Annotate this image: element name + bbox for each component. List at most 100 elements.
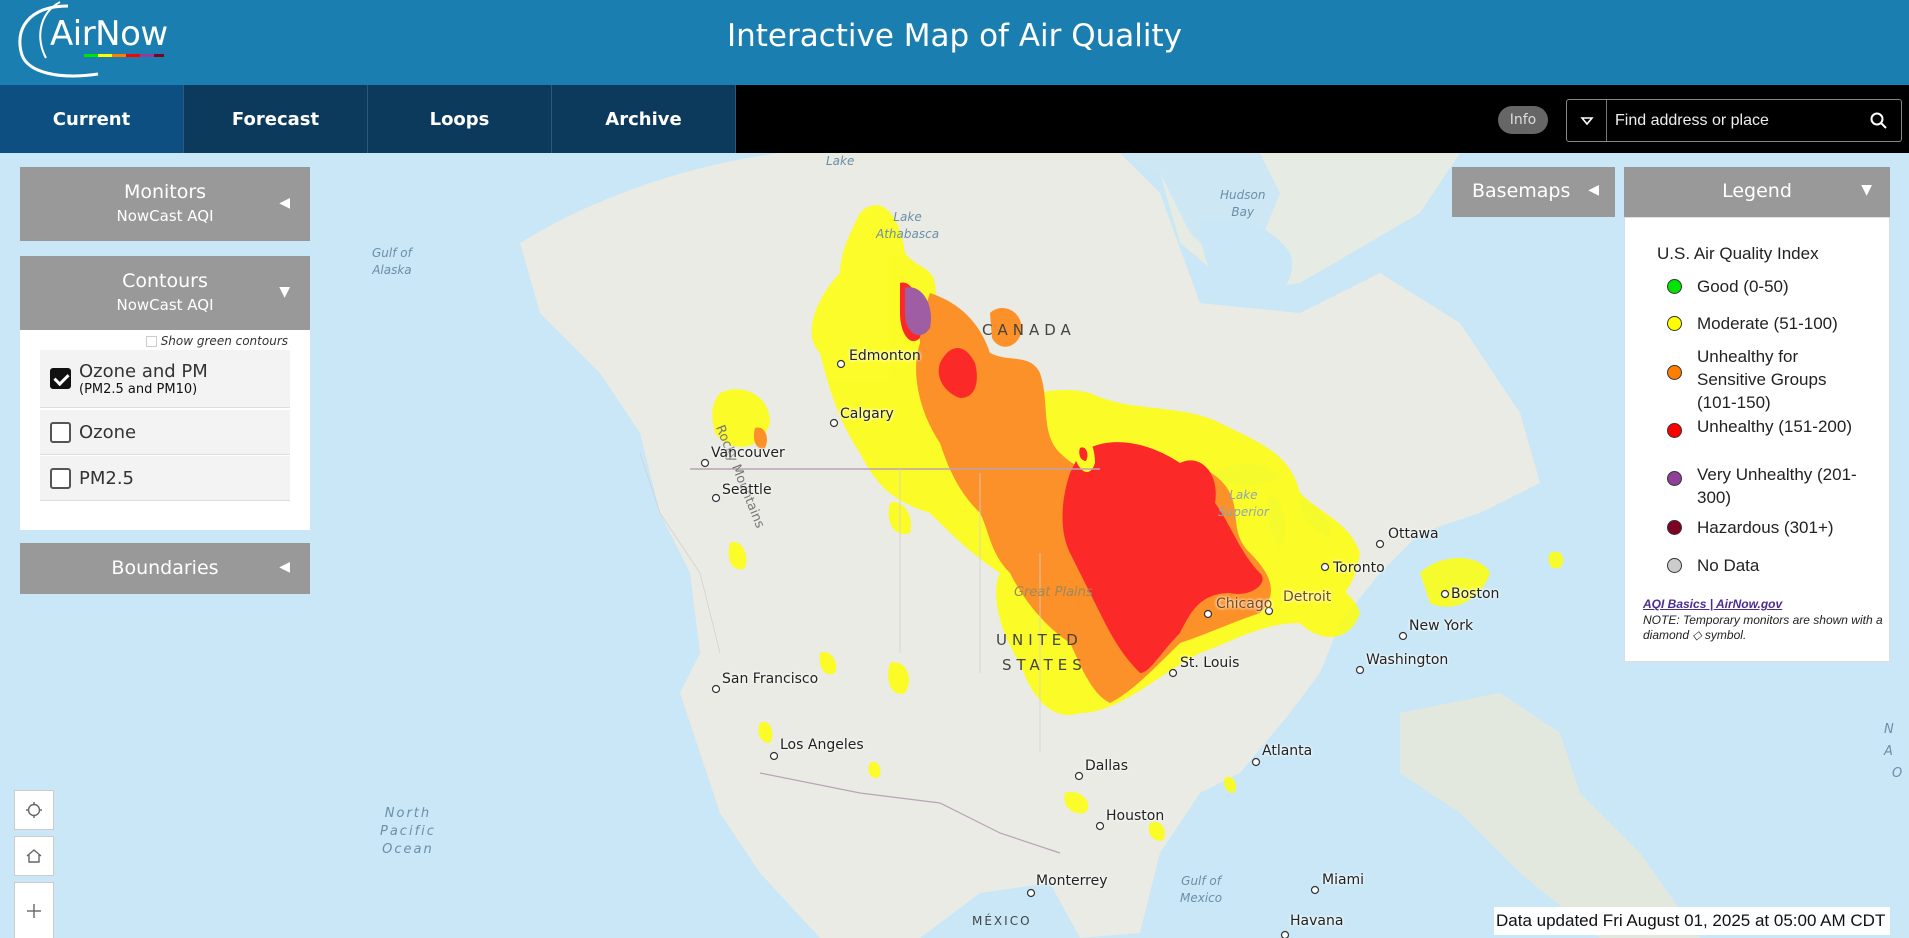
- legend-item-no-data: No Data: [1667, 554, 1759, 577]
- city-label-new-york: New York: [1409, 618, 1474, 634]
- city-label-washington: Washington: [1366, 652, 1449, 668]
- locate-button[interactable]: [14, 790, 54, 830]
- ozone-pm-checkbox[interactable]: [50, 368, 71, 389]
- legend-label: Unhealthy for Sensitive Groups (101-150): [1697, 347, 1827, 412]
- boundaries-title: Boundaries: [111, 557, 219, 579]
- contours-subtitle: NowCast AQI: [116, 296, 214, 314]
- caret-down-icon: ▼: [279, 284, 290, 300]
- water-label-lake-athabasca: Lake Athabasca: [876, 210, 940, 241]
- legend-swatch: [1667, 471, 1682, 486]
- city-label-chicago: Chicago: [1216, 596, 1273, 612]
- legend-label: Moderate (51-100): [1697, 314, 1838, 333]
- layer-option-pm25[interactable]: PM2.5: [40, 456, 290, 501]
- legend-swatch: [1667, 316, 1682, 331]
- pm25-label: PM2.5: [79, 467, 135, 489]
- caret-left-icon: ◀: [279, 559, 290, 575]
- search-box: [1566, 99, 1902, 142]
- city-label-st-louis: St. Louis: [1180, 655, 1240, 671]
- edge-fragment-o: O: [1892, 766, 1903, 781]
- water-label-gulf-of-mexico: Gulf of Mexico: [1180, 874, 1223, 905]
- country-label-canada: CANADA: [982, 321, 1076, 339]
- legend-label: Hazardous (301+): [1697, 518, 1834, 537]
- legend-item-good: Good (0-50): [1667, 275, 1789, 298]
- ozone-pm-label: Ozone and PM: [79, 360, 208, 382]
- chevron-down-icon: [1579, 116, 1594, 125]
- country-label-states: STATES: [1002, 656, 1087, 674]
- info-button[interactable]: Info: [1498, 106, 1548, 134]
- legend-swatch: [1667, 279, 1682, 294]
- contours-panel-body: Show green contours Ozone and PM (PM2.5 …: [20, 330, 310, 530]
- show-green-contours-toggle[interactable]: Show green contours: [145, 334, 288, 348]
- legend-item-moderate: Moderate (51-100): [1667, 312, 1838, 335]
- show-green-label: Show green contours: [160, 334, 288, 348]
- city-label-miami: Miami: [1322, 872, 1365, 888]
- contours-panel-header[interactable]: Contours NowCast AQI ▼: [20, 256, 310, 330]
- legend-label: Very Unhealthy (201-300): [1697, 465, 1857, 507]
- layer-option-ozone-pm[interactable]: Ozone and PM (PM2.5 and PM10): [40, 350, 290, 408]
- ozone-label: Ozone: [79, 421, 137, 443]
- aqi-basics-link[interactable]: AQI Basics | AirNow.gov: [1643, 597, 1782, 611]
- caret-left-icon: ◀: [1588, 182, 1599, 198]
- caret-down-icon: ▼: [1861, 182, 1872, 198]
- city-label-dallas: Dallas: [1085, 758, 1129, 774]
- tab-current[interactable]: Current: [0, 85, 184, 153]
- legend-swatch: [1667, 423, 1682, 438]
- legend-item-usg: Unhealthy for Sensitive Groups (101-150): [1667, 345, 1867, 414]
- water-label-lake: Lake: [826, 154, 855, 168]
- city-label-vancouver: Vancouver: [711, 445, 785, 461]
- legend-label: Good (0-50): [1697, 277, 1789, 296]
- search-icon[interactable]: [1869, 111, 1889, 131]
- legend-label: Unhealthy (151-200): [1697, 417, 1852, 436]
- contours-title: Contours: [122, 270, 208, 292]
- water-label-hudson-bay: Hudson Bay: [1220, 188, 1266, 219]
- city-label-ottawa: Ottawa: [1388, 526, 1439, 542]
- legend-swatch: [1667, 558, 1682, 573]
- legend-item-hazardous: Hazardous (301+): [1667, 516, 1834, 539]
- city-label-edmonton: Edmonton: [849, 348, 921, 364]
- home-button[interactable]: [14, 836, 54, 876]
- basemaps-panel-header[interactable]: Basemaps ◀: [1452, 167, 1615, 217]
- country-label-mexico: MÉXICO: [972, 914, 1032, 928]
- caret-left-icon: ◀: [279, 195, 290, 211]
- legend-swatch: [1667, 520, 1682, 535]
- tab-loops[interactable]: Loops: [368, 85, 552, 153]
- crosshair-icon: [26, 802, 42, 818]
- show-green-checkbox[interactable]: [145, 335, 157, 347]
- water-label-north-pacific: North Pacific Ocean: [380, 806, 436, 858]
- legend-item-unhealthy: Unhealthy (151-200): [1667, 415, 1867, 438]
- pm25-checkbox[interactable]: [50, 467, 71, 489]
- city-label-atlanta: Atlanta: [1262, 743, 1313, 759]
- tab-archive[interactable]: Archive: [552, 85, 736, 153]
- region-label-great-plains: Great Plains: [1014, 585, 1093, 600]
- search-input[interactable]: [1615, 109, 1855, 133]
- city-label-los-angeles: Los Angeles: [780, 737, 864, 753]
- tab-forecast[interactable]: Forecast: [184, 85, 368, 153]
- city-label-boston: Boston: [1451, 586, 1500, 602]
- city-label-houston: Houston: [1106, 808, 1165, 824]
- boundaries-panel-header[interactable]: Boundaries ◀: [20, 543, 310, 594]
- legend-title: U.S. Air Quality Index: [1657, 244, 1819, 263]
- legend-swatch: [1667, 365, 1682, 380]
- layer-option-ozone[interactable]: Ozone: [40, 410, 290, 455]
- edge-fragment-n: N: [1884, 722, 1894, 737]
- page-title: Interactive Map of Air Quality: [726, 18, 1183, 54]
- home-icon: [26, 849, 42, 863]
- country-label-united: UNITED: [996, 631, 1083, 649]
- legend-header-title: Legend: [1722, 180, 1792, 202]
- city-label-toronto: Toronto: [1333, 560, 1385, 576]
- city-label-detroit: Detroit: [1283, 589, 1332, 605]
- city-label-seattle: Seattle: [722, 482, 772, 498]
- legend-panel-body: U.S. Air Quality Index Good (0-50) Moder…: [1624, 217, 1890, 662]
- zoom-in-button[interactable]: [14, 882, 54, 938]
- monitors-title: Monitors: [123, 181, 207, 203]
- water-label-lake-superior: Lake Superior: [1218, 488, 1269, 519]
- header: AirNow Interactive Map of Air Quality: [0, 0, 1909, 85]
- legend-item-very-unhealthy: Very Unhealthy (201-300): [1667, 463, 1867, 509]
- city-label-calgary: Calgary: [840, 406, 894, 422]
- monitors-panel-header[interactable]: Monitors NowCast AQI ◀: [20, 167, 310, 241]
- ozone-pm-sublabel: (PM2.5 and PM10): [79, 381, 198, 397]
- city-label-san-francisco: San Francisco: [722, 671, 819, 687]
- ozone-checkbox[interactable]: [50, 421, 71, 443]
- search-source-dropdown[interactable]: [1567, 100, 1607, 141]
- legend-panel-header[interactable]: Legend ▼: [1624, 167, 1890, 217]
